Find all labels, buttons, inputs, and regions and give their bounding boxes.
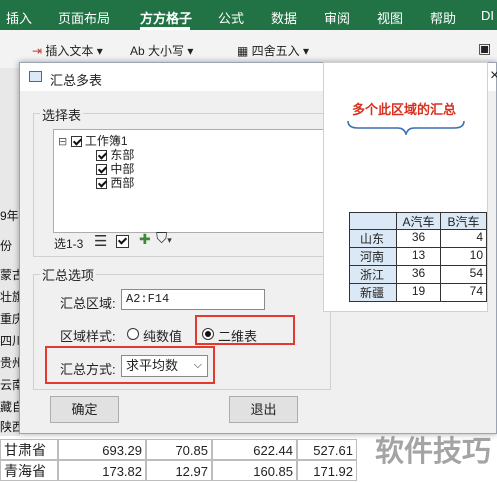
dialog-app-icon bbox=[29, 71, 42, 82]
style-label: 区域样式: bbox=[60, 329, 116, 344]
cell-value[interactable]: 160.85 bbox=[212, 460, 297, 481]
round-icon: ▦ bbox=[237, 44, 252, 58]
example-value-cell: 19 bbox=[397, 284, 441, 302]
cell-value[interactable]: 173.82 bbox=[58, 460, 146, 481]
example-region-cell: 浙江 bbox=[349, 266, 397, 284]
tree-node-label: 西部 bbox=[110, 176, 135, 190]
dialog-title: 汇总多表 bbox=[50, 73, 103, 88]
example-value-cell: 4 bbox=[441, 230, 487, 248]
radio-pure-values[interactable] bbox=[127, 328, 139, 340]
example-table-row: 新疆 19 74 bbox=[349, 284, 487, 302]
radio-pure-values-label[interactable]: 纯数值 bbox=[143, 326, 182, 345]
filter-icon[interactable]: ⛉▾ bbox=[156, 230, 172, 247]
example-value-cell: 10 bbox=[441, 248, 487, 266]
new-sheet-icon[interactable]: ✚ bbox=[139, 231, 151, 248]
row-header: 云南 bbox=[0, 378, 20, 392]
row-header: 重庆 bbox=[0, 312, 20, 326]
cell-province[interactable]: 甘肃省 bbox=[0, 439, 58, 460]
round-button[interactable]: ▦ 四舍五入 ▾ bbox=[237, 42, 309, 59]
row-header: 壮旗 bbox=[0, 290, 20, 304]
row-header: 陕西 bbox=[0, 420, 20, 434]
ribbon-more-icon[interactable]: ▣ bbox=[478, 40, 491, 57]
example-region-cell: 山东 bbox=[349, 230, 397, 248]
insert-text-icon: ⇥ bbox=[32, 44, 46, 58]
tab-help[interactable]: 帮助 bbox=[430, 8, 456, 27]
brace-icon bbox=[347, 120, 465, 135]
highlight-box-style bbox=[195, 315, 295, 345]
tab-view[interactable]: 视图 bbox=[377, 8, 403, 27]
exit-button[interactable]: 退出 bbox=[229, 396, 298, 423]
row-header: 四川 bbox=[0, 334, 20, 348]
active-tab-underline bbox=[140, 27, 190, 30]
cell-value[interactable]: 693.29 bbox=[58, 439, 146, 460]
cell-value[interactable]: 527.61 bbox=[297, 439, 357, 460]
row-header: 贵州 bbox=[0, 356, 20, 370]
cell-value[interactable]: 70.85 bbox=[146, 439, 212, 460]
select-range-label[interactable]: 选1-3 bbox=[54, 235, 83, 252]
tab-insert[interactable]: 插入 bbox=[6, 8, 32, 27]
row-header: 份 bbox=[0, 239, 13, 253]
watermark-text: 软件技巧 bbox=[374, 436, 491, 468]
tab-formulas[interactable]: 公式 bbox=[218, 8, 244, 27]
tree-node-sheet[interactable]: 西部 bbox=[96, 174, 134, 191]
example-header-cell: A汽车 bbox=[397, 212, 441, 230]
checkbox-icon[interactable] bbox=[70, 136, 82, 148]
range-input[interactable]: A2:F14 bbox=[121, 289, 265, 310]
example-table-header: A汽车 B汽车 bbox=[349, 212, 487, 230]
insert-text-button[interactable]: ⇥ 插入文本 ▾ bbox=[32, 42, 103, 59]
highlight-box-method bbox=[45, 346, 215, 384]
example-caption: 多个此区域的汇总 bbox=[352, 102, 457, 117]
list-icon[interactable]: ☰ bbox=[94, 232, 107, 250]
cell-value[interactable]: 622.44 bbox=[212, 439, 297, 460]
tab-page-layout[interactable]: 页面布局 bbox=[58, 8, 110, 27]
example-table-row: 河南 13 10 bbox=[349, 248, 487, 266]
example-table: A汽车 B汽车 山东 36 4 河南 13 10 浙江 36 54 新疆 19 … bbox=[349, 212, 487, 302]
check-all-icon[interactable] bbox=[116, 233, 129, 249]
tab-fangfang-gezi[interactable]: 方方格子 bbox=[140, 8, 192, 27]
tab-di[interactable]: DI bbox=[481, 8, 494, 23]
tree-collapse-icon[interactable]: ⊟ bbox=[58, 136, 67, 148]
cell-value[interactable]: 12.97 bbox=[146, 460, 212, 481]
cell-province[interactable]: 青海省 bbox=[0, 460, 58, 481]
range-label: 汇总区域: bbox=[60, 296, 116, 311]
tab-data[interactable]: 数据 bbox=[271, 8, 297, 27]
workbook-tree[interactable]: ⊟ 工作簿1 东部 中部 西部 bbox=[53, 129, 327, 233]
ribbon-tab-bar: 插入 页面布局 方方格子 公式 数据 审阅 视图 帮助 DI bbox=[0, 0, 497, 30]
change-case-button[interactable]: Ab 大小写 ▾ bbox=[130, 42, 193, 59]
example-header-cell: B汽车 bbox=[441, 212, 487, 230]
example-header-cell bbox=[349, 212, 397, 230]
ok-button[interactable]: 确定 bbox=[50, 396, 119, 423]
cell-value[interactable]: 171.92 bbox=[297, 460, 357, 481]
example-region-cell: 新疆 bbox=[349, 284, 397, 302]
row-header: 蒙古 bbox=[0, 268, 20, 282]
example-value-cell: 36 bbox=[397, 230, 441, 248]
select-tables-group-label: 选择表 bbox=[40, 105, 84, 124]
example-value-cell: 54 bbox=[441, 266, 487, 284]
example-region-cell: 河南 bbox=[349, 248, 397, 266]
tab-review[interactable]: 审阅 bbox=[324, 8, 350, 27]
close-button[interactable]: × bbox=[490, 67, 497, 85]
example-value-cell: 13 bbox=[397, 248, 441, 266]
example-value-cell: 74 bbox=[441, 284, 487, 302]
example-value-cell: 36 bbox=[397, 266, 441, 284]
example-preview: 多个此区域的汇总 A汽车 B汽车 山东 36 4 河南 13 10 浙江 36 … bbox=[323, 62, 488, 312]
row-header: 9年 bbox=[0, 209, 19, 223]
summary-options-group-label: 汇总选项 bbox=[40, 265, 97, 284]
example-table-row: 山东 36 4 bbox=[349, 230, 487, 248]
row-header: 藏自 bbox=[0, 400, 20, 414]
example-table-row: 浙江 36 54 bbox=[349, 266, 487, 284]
checkbox-icon[interactable] bbox=[96, 178, 107, 190]
